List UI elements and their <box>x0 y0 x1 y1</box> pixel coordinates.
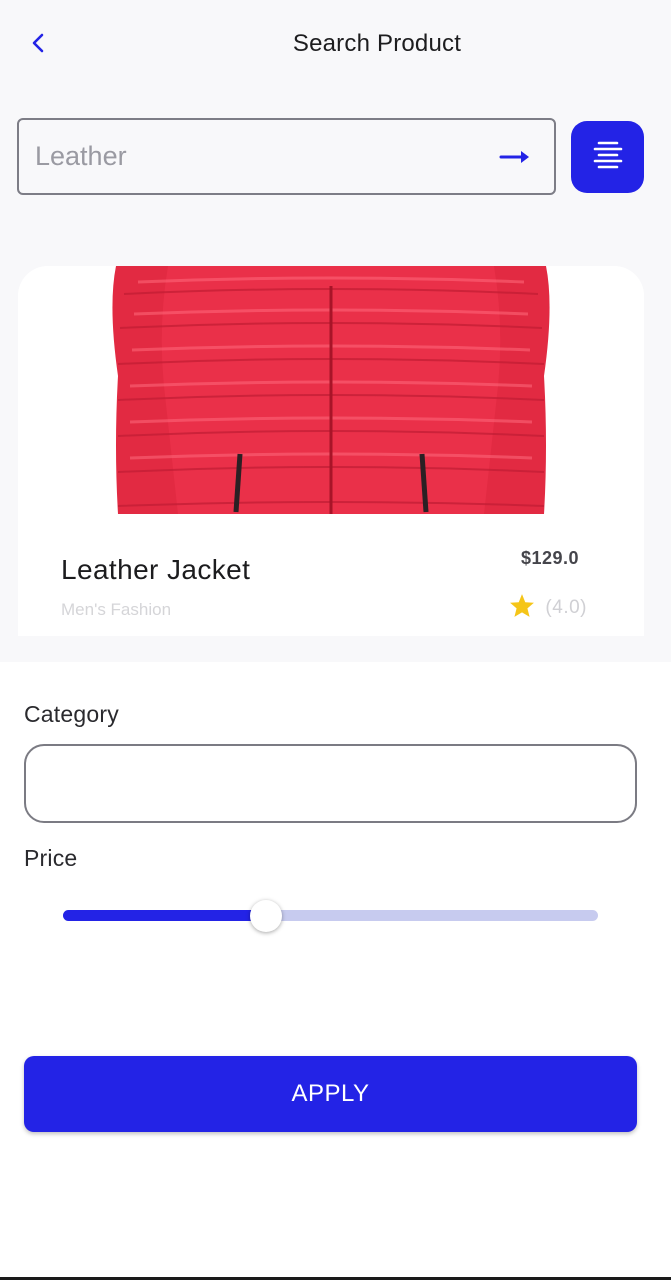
filter-sheet: Category Price APPLY <box>0 662 671 1280</box>
price-slider[interactable] <box>63 900 598 932</box>
category-field[interactable] <box>24 744 637 823</box>
search-box <box>17 118 556 195</box>
slider-fill <box>63 910 266 921</box>
star-icon <box>509 593 535 623</box>
product-category: Men's Fashion <box>61 600 172 619</box>
product-image <box>18 266 644 514</box>
page-title: Search Product <box>292 30 462 57</box>
filter-button[interactable] <box>571 121 644 193</box>
align-center-icon <box>592 139 624 176</box>
arrow-right-icon[interactable] <box>498 144 532 170</box>
product-price: $129.0 <box>520 548 579 568</box>
product-name: Leather Jacket <box>61 554 251 585</box>
search-input[interactable] <box>35 120 475 193</box>
price-label: Price <box>24 845 78 871</box>
product-card[interactable]: Leather Jacket Men's Fashion $129.0 (4.0… <box>18 266 644 636</box>
rating-value: (4.0) <box>545 597 587 618</box>
product-rating: (4.0) <box>509 593 587 623</box>
category-label: Category <box>24 701 119 727</box>
apply-button[interactable]: APPLY <box>24 1056 637 1132</box>
slider-thumb[interactable] <box>250 900 282 932</box>
